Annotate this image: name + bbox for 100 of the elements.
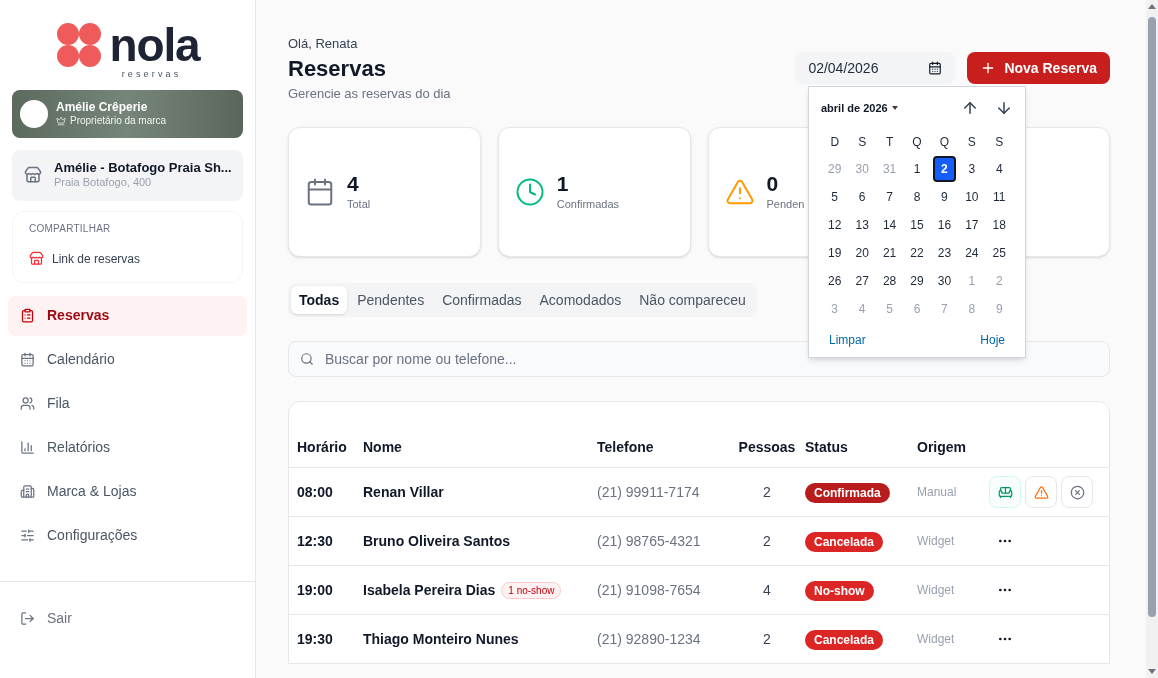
sofa-icon bbox=[997, 484, 1013, 500]
people-cell-text: 2 bbox=[762, 531, 772, 551]
nav-item[interactable]: Marca & Lojas bbox=[8, 471, 247, 512]
people-cell-text: 2 bbox=[762, 482, 772, 502]
cancel-button[interactable] bbox=[1061, 476, 1093, 508]
calendar-day[interactable]: 6 bbox=[850, 184, 874, 210]
name-cell-text: Thiago Monteiro Nunes bbox=[363, 629, 519, 649]
calendar-day[interactable]: 8 bbox=[905, 184, 929, 210]
filter-tab[interactable]: Confirmadas bbox=[434, 286, 530, 314]
column-header: Nome bbox=[363, 437, 403, 457]
nav-item[interactable]: Configurações bbox=[8, 515, 247, 556]
weekday-label: S bbox=[966, 134, 977, 151]
calendar-day[interactable]: 2 bbox=[932, 156, 957, 182]
time-cell-text: 08:00 bbox=[296, 482, 334, 502]
calendar-day[interactable]: 19 bbox=[823, 240, 847, 266]
nav-icon bbox=[20, 396, 35, 411]
store-card[interactable]: Amélie - Botafogo Praia Sh... Praia Botafogo, 400 bbox=[12, 149, 243, 201]
calendar-day[interactable]: 28 bbox=[877, 268, 902, 294]
logo-wordmark: nola bbox=[109, 25, 200, 65]
calendar-day[interactable]: 17 bbox=[960, 212, 984, 238]
calendar-day[interactable]: 3 bbox=[960, 156, 984, 182]
phone-cell-text: (21) 91098-7654 bbox=[597, 580, 702, 600]
people-cell-text: 4 bbox=[762, 580, 772, 600]
filter-tab[interactable]: Não compareceu bbox=[631, 286, 754, 314]
nav-icon bbox=[20, 484, 35, 499]
calendar-day[interactable]: 1 bbox=[905, 156, 929, 182]
nav-icon bbox=[20, 352, 35, 367]
date-field[interactable]: 02/04/2026 bbox=[795, 52, 956, 84]
month-selector[interactable]: abril de 2026 bbox=[821, 99, 898, 117]
origin-cell-text: Widget bbox=[917, 582, 956, 599]
nav-icon bbox=[20, 308, 35, 323]
calendar-day[interactable]: 30 bbox=[932, 268, 957, 294]
calendar-day[interactable]: 11 bbox=[987, 184, 1011, 210]
warning-icon bbox=[1033, 484, 1049, 500]
origin-cell-text: Widget bbox=[917, 631, 956, 648]
filter-tab[interactable]: Todas bbox=[291, 286, 348, 314]
weekday-label: T bbox=[884, 134, 895, 151]
stat-label: Confirmadas bbox=[556, 196, 620, 212]
calendar-day[interactable]: 13 bbox=[850, 212, 874, 238]
calendar-day[interactable]: 26 bbox=[823, 268, 847, 294]
calendar-day[interactable]: 20 bbox=[850, 240, 874, 266]
phone-cell-text: (21) 98765-4321 bbox=[597, 531, 702, 551]
seat-button[interactable] bbox=[989, 476, 1021, 508]
logo-tagline: reservas bbox=[121, 68, 182, 81]
calendar-day[interactable]: 5 bbox=[823, 184, 847, 210]
name-cell-text: Isabela Pereira Dias bbox=[363, 580, 496, 600]
logout-link[interactable]: Sair bbox=[20, 608, 72, 629]
calendar-icon bbox=[305, 177, 335, 207]
calendar-day[interactable]: 14 bbox=[877, 212, 902, 238]
filter-tab[interactable]: Pendentes bbox=[349, 286, 433, 314]
calendar-day[interactable]: 4 bbox=[987, 156, 1011, 182]
share-heading: COMPARTILHAR bbox=[29, 221, 112, 236]
calendar-day[interactable]: 10 bbox=[960, 184, 984, 210]
reservation-link[interactable]: Link de reservas bbox=[29, 249, 226, 268]
search-icon bbox=[300, 352, 314, 366]
calendar-day[interactable]: 22 bbox=[905, 240, 929, 266]
nav-item[interactable]: Relatórios bbox=[8, 427, 247, 468]
column-header: Pessoas bbox=[737, 437, 797, 457]
time-cell-text: 12:30 bbox=[296, 531, 334, 551]
nav-item[interactable]: Reservas bbox=[8, 295, 247, 336]
page-subtitle: Gerencie as reservas do dia bbox=[288, 84, 451, 103]
no-show-tag: 1 no-show bbox=[501, 581, 562, 599]
column-header: Horário bbox=[296, 437, 348, 457]
time-cell-text: 19:00 bbox=[296, 580, 334, 600]
store-icon bbox=[24, 166, 42, 184]
nav-icon bbox=[20, 440, 35, 455]
avatar bbox=[20, 99, 48, 128]
calendar-day[interactable]: 18 bbox=[987, 212, 1011, 238]
store-name: Amélie - Botafogo Praia Sh... bbox=[54, 160, 231, 177]
calendar-day[interactable]: 9 bbox=[932, 184, 957, 210]
status-tag: Confirmada bbox=[805, 482, 890, 503]
store-icon bbox=[29, 251, 44, 266]
stat-label: Total bbox=[347, 196, 371, 212]
calendar-day[interactable]: 21 bbox=[877, 240, 902, 266]
calendar-day[interactable]: 7 bbox=[877, 184, 902, 210]
column-header: Status bbox=[805, 437, 849, 457]
clock-icon bbox=[514, 177, 545, 207]
name-cell-text: Bruno Oliveira Santos bbox=[363, 531, 511, 551]
calendar-icon bbox=[928, 61, 943, 75]
warning-icon bbox=[724, 177, 755, 207]
calendar-day[interactable]: 16 bbox=[932, 212, 957, 238]
brand-card[interactable]: Amélie Crêperie Proprietário da marca bbox=[12, 89, 243, 138]
calendar-day[interactable]: 29 bbox=[905, 268, 929, 294]
status-tag: Cancelada bbox=[805, 531, 884, 552]
store-address: Praia Botafogo, 400 bbox=[54, 176, 153, 190]
calendar-day[interactable]: 25 bbox=[987, 240, 1011, 266]
calendar-day[interactable]: 24 bbox=[960, 240, 984, 266]
calendar-day[interactable]: 15 bbox=[905, 212, 929, 238]
name-cell-text: Renan Villar bbox=[363, 482, 444, 502]
origin-cell-text: Manual bbox=[917, 484, 958, 501]
phone-cell-text: (21) 92890-1234 bbox=[597, 629, 702, 649]
brand-name: Amélie Crêperie bbox=[56, 99, 149, 115]
calendar-day[interactable]: 23 bbox=[932, 240, 957, 266]
filter-tab[interactable]: Acomodados bbox=[531, 286, 630, 314]
arrow-down-icon[interactable] bbox=[995, 99, 1013, 117]
nav-item[interactable]: Fila bbox=[8, 383, 247, 424]
nav-item[interactable]: Calendário bbox=[8, 339, 247, 380]
new-reservation-button[interactable]: Nova Reserva bbox=[967, 52, 1110, 84]
calendar-day[interactable]: 12 bbox=[823, 212, 847, 238]
calendar-day[interactable]: 27 bbox=[850, 268, 874, 294]
